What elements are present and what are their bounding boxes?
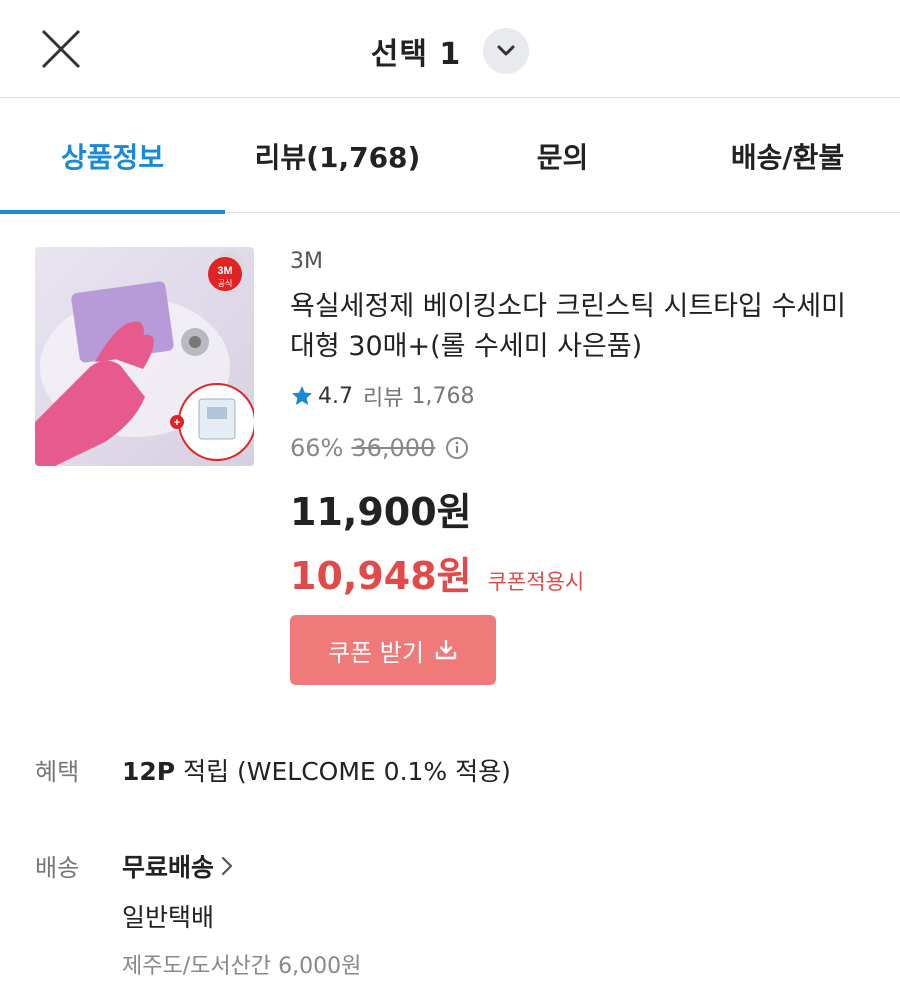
brand-badge-text: 3M [217,265,232,277]
free-shipping-link[interactable]: 무료배송 [122,848,234,884]
benefit-points: 12P [122,757,176,786]
get-coupon-label: 쿠폰 받기 [328,638,424,667]
product-image-art: 3M 공식 + [35,247,254,466]
discount-rate: 66% [290,434,344,462]
download-icon [435,639,457,660]
get-coupon-button[interactable]: 쿠폰 받기 [290,615,496,685]
coupon-price: 10,948원 [290,554,472,598]
info-icon[interactable] [445,436,469,460]
tab-reviews[interactable]: 리뷰(1,768) [225,98,450,213]
page-title: 선택 1 [370,37,462,72]
brand-badge-sub: 공식 [218,279,233,288]
star-icon [292,386,312,405]
shipping-method: 일반택배 [122,903,215,932]
benefit-label: 혜택 [35,758,80,786]
coupon-price-row: 10,948원 쿠폰적용시 [290,551,870,601]
tab-bar: 상품정보 리뷰(1,768) 문의 배송/환불 [0,98,900,214]
sale-price: 11,900원 [290,490,472,534]
shipping-label: 배송 [35,854,80,882]
product-info: 3M 욕실세정제 베이킹소다 크린스틱 시트타입 수세미 대형 30매+(롤 수… [290,247,870,685]
tab-inquiry[interactable]: 문의 [450,98,675,213]
top-header: 선택 1 [0,0,900,98]
rating-row[interactable]: 4.7 리뷰 1,768 [290,381,870,411]
shipping-value: 무료배송 [122,853,215,882]
product-name: 욕실세정제 베이킹소다 크린스틱 시트타입 수세미 대형 30매+(롤 수세미 … [290,291,846,362]
benefit-value: 12P 적립 (WELCOME 0.1% 적용) [122,752,511,788]
discount-row: 66% 36,000 [290,431,870,465]
tab-shipping-refund[interactable]: 배송/환불 [675,98,900,213]
tab-product-info[interactable]: 상품정보 [0,98,225,214]
header-title-group: 선택 1 [0,28,900,74]
original-price: 36,000 [351,434,436,462]
svg-text:+: + [174,417,180,429]
review-count: 1,768 [411,383,475,409]
shipping-extra-fee: 제주도/도서산간 6,000원 [122,954,362,979]
chevron-right-icon [221,856,233,876]
product-image[interactable]: 3M 공식 + [35,247,254,466]
review-label: 리뷰 [363,386,404,411]
rating-score: 4.7 [318,383,353,409]
chevron-down-icon [497,45,515,56]
dropdown-button[interactable] [483,28,530,74]
benefit-text: 적립 (WELCOME 0.1% 적용) [183,757,511,786]
coupon-note: 쿠폰적용시 [487,570,585,594]
brand-name[interactable]: 3M [290,247,870,277]
